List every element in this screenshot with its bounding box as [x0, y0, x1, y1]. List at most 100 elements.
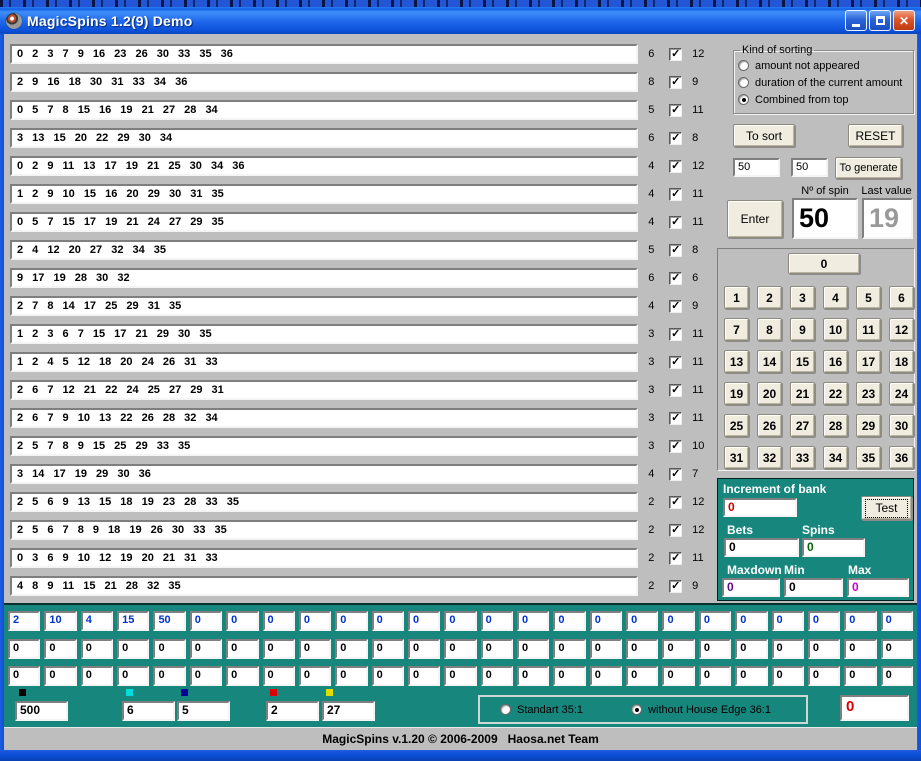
row-checkbox[interactable]: ✓ [669, 328, 682, 341]
number-button-31[interactable]: 31 [724, 446, 749, 469]
stats-cell[interactable]: 0 [699, 666, 731, 686]
sequence-input[interactable]: 1 2 9 10 15 16 20 29 30 31 35 [10, 184, 638, 204]
stats-cell[interactable]: 0 [117, 666, 149, 686]
stats-cell[interactable]: 0 [190, 639, 222, 659]
enter-button[interactable]: Enter [727, 200, 783, 238]
stats-cell[interactable]: 0 [699, 611, 731, 631]
stats-cell[interactable]: 0 [44, 666, 76, 686]
number-button-18[interactable]: 18 [889, 350, 914, 373]
stats-cell[interactable]: 0 [626, 666, 658, 686]
row-checkbox[interactable]: ✓ [669, 160, 682, 173]
number-button-3[interactable]: 3 [790, 286, 815, 309]
number-button-5[interactable]: 5 [856, 286, 881, 309]
sequence-input[interactable]: 9 17 19 28 30 32 [10, 268, 638, 288]
stats-cell[interactable]: 0 [8, 666, 40, 686]
number-button-30[interactable]: 30 [889, 414, 914, 437]
sequence-input[interactable]: 3 13 15 20 22 29 30 34 [10, 128, 638, 148]
sequence-input[interactable]: 2 7 8 14 17 25 29 31 35 [10, 296, 638, 316]
stats-cell[interactable]: 0 [444, 666, 476, 686]
sequence-input[interactable]: 1 2 3 6 7 15 17 21 29 30 35 [10, 324, 638, 344]
stats-cell[interactable]: 0 [299, 666, 331, 686]
number-button-4[interactable]: 4 [823, 286, 848, 309]
row-checkbox[interactable]: ✓ [669, 216, 682, 229]
stats-cell[interactable]: 0 [553, 666, 585, 686]
sequence-input[interactable]: 0 5 7 15 17 19 21 24 27 29 35 [10, 212, 638, 232]
number-button-13[interactable]: 13 [724, 350, 749, 373]
row-checkbox[interactable]: ✓ [669, 244, 682, 257]
sorting-option-2[interactable]: Combined from top [738, 91, 909, 108]
stats-cell[interactable]: 0 [590, 666, 622, 686]
stats-cell[interactable]: 0 [481, 666, 513, 686]
stats-cell[interactable]: 0 [190, 611, 222, 631]
test-button[interactable]: Test [861, 496, 912, 520]
stats-cell[interactable]: 0 [299, 611, 331, 631]
number-button-2[interactable]: 2 [757, 286, 782, 309]
stats-cell[interactable]: 2 [8, 611, 40, 631]
stats-cell[interactable]: 0 [517, 639, 549, 659]
stats-cell[interactable]: 0 [335, 611, 367, 631]
stats-cell[interactable]: 0 [772, 639, 804, 659]
bet-param-input[interactable]: 500 [15, 701, 68, 721]
sequence-input[interactable]: 0 3 6 9 10 12 19 20 21 31 33 [10, 548, 638, 568]
sequence-input[interactable]: 2 4 12 20 27 32 34 35 [10, 240, 638, 260]
stats-cell[interactable]: 0 [772, 666, 804, 686]
number-button-32[interactable]: 32 [757, 446, 782, 469]
sorting-option-0[interactable]: amount not appeared [738, 57, 909, 74]
sequence-input[interactable]: 3 14 17 19 29 30 36 [10, 464, 638, 484]
number-button-10[interactable]: 10 [823, 318, 848, 341]
stats-cell[interactable]: 0 [844, 639, 876, 659]
sequence-input[interactable]: 2 6 7 9 10 13 22 26 28 32 34 [10, 408, 638, 428]
number-button-21[interactable]: 21 [790, 382, 815, 405]
row-checkbox[interactable]: ✓ [669, 188, 682, 201]
stats-cell[interactable]: 0 [226, 666, 258, 686]
stats-cell[interactable]: 0 [299, 639, 331, 659]
sorting-option-1[interactable]: duration of the current amount [738, 74, 909, 91]
sequence-input[interactable]: 2 6 7 12 21 22 24 25 27 29 31 [10, 380, 638, 400]
stats-cell[interactable]: 0 [263, 611, 295, 631]
stats-cell[interactable]: 0 [226, 639, 258, 659]
row-checkbox[interactable]: ✓ [669, 300, 682, 313]
bet-param-input[interactable]: 2 [266, 701, 319, 721]
stats-cell[interactable]: 0 [553, 639, 585, 659]
stats-cell[interactable]: 0 [626, 611, 658, 631]
stats-cell[interactable]: 0 [808, 639, 840, 659]
stats-cell[interactable]: 0 [553, 611, 585, 631]
stats-cell[interactable]: 0 [590, 611, 622, 631]
sequence-input[interactable]: 0 5 7 8 15 16 19 21 27 28 34 [10, 100, 638, 120]
row-checkbox[interactable]: ✓ [669, 440, 682, 453]
to-generate-button[interactable]: To generate [835, 157, 902, 179]
stats-cell[interactable]: 15 [117, 611, 149, 631]
number-button-7[interactable]: 7 [724, 318, 749, 341]
stats-cell[interactable]: 0 [662, 639, 694, 659]
stats-cell[interactable]: 0 [844, 611, 876, 631]
stats-cell[interactable]: 0 [408, 666, 440, 686]
row-checkbox[interactable]: ✓ [669, 496, 682, 509]
number-button-15[interactable]: 15 [790, 350, 815, 373]
number-button-14[interactable]: 14 [757, 350, 782, 373]
n-of-spin-input[interactable]: 50 [792, 198, 858, 239]
stats-cell[interactable]: 0 [772, 611, 804, 631]
number-button-33[interactable]: 33 [790, 446, 815, 469]
bet-param-input[interactable]: 5 [177, 701, 230, 721]
increment-of-bank-input[interactable]: 0 [723, 498, 797, 517]
number-button-12[interactable]: 12 [889, 318, 914, 341]
number-button-9[interactable]: 9 [790, 318, 815, 341]
stats-cell[interactable]: 0 [372, 666, 404, 686]
number-button-20[interactable]: 20 [757, 382, 782, 405]
number-button-0[interactable]: 0 [788, 253, 860, 274]
spins-input[interactable]: 0 [802, 538, 865, 557]
maxdown-input[interactable]: 0 [722, 578, 780, 597]
stats-cell[interactable]: 0 [335, 666, 367, 686]
payout-option-0[interactable]: Standart 35:1 [500, 704, 583, 716]
number-button-29[interactable]: 29 [856, 414, 881, 437]
number-button-8[interactable]: 8 [757, 318, 782, 341]
sequence-input[interactable]: 1 2 4 5 12 18 20 24 26 31 33 [10, 352, 638, 372]
stats-cell[interactable]: 0 [517, 666, 549, 686]
stats-cell[interactable]: 0 [153, 666, 185, 686]
stats-cell[interactable]: 10 [44, 611, 76, 631]
stats-cell[interactable]: 0 [372, 639, 404, 659]
stats-cell[interactable]: 0 [44, 639, 76, 659]
stats-cell[interactable]: 0 [699, 639, 731, 659]
number-button-24[interactable]: 24 [889, 382, 914, 405]
stats-cell[interactable]: 0 [408, 639, 440, 659]
